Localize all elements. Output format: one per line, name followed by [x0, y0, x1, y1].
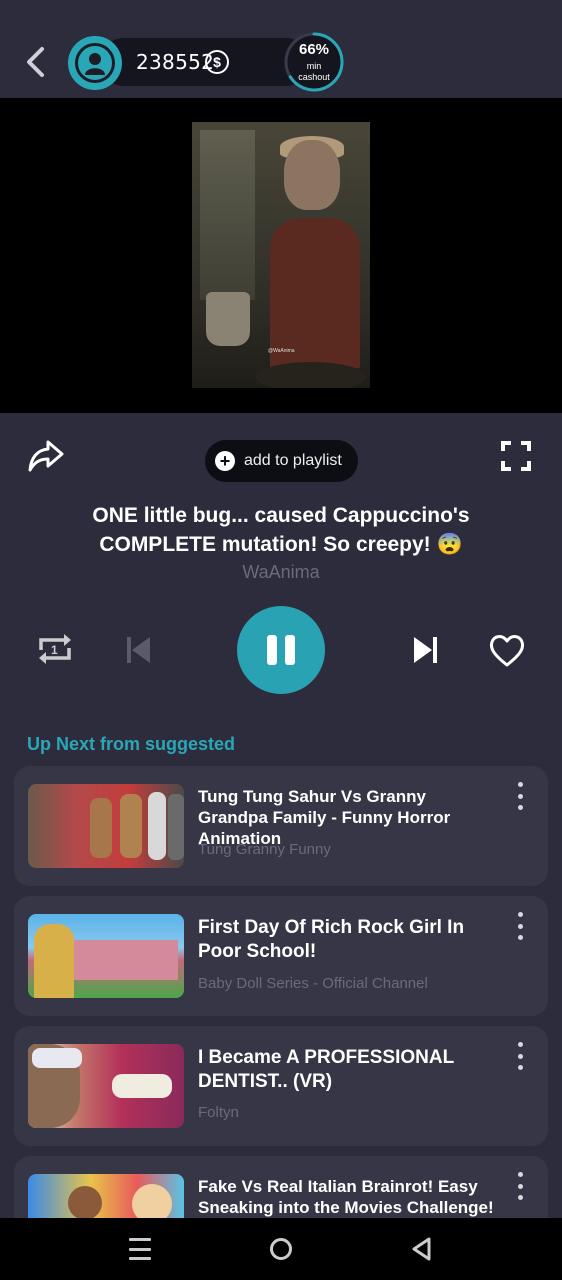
add-to-playlist-button[interactable]: + add to playlist: [205, 440, 358, 482]
suggestion-channel: Tung Granny Funny: [198, 841, 331, 858]
dollar-icon: $: [205, 50, 229, 74]
home-button[interactable]: [270, 1238, 292, 1260]
svg-text:1: 1: [51, 643, 58, 657]
share-button[interactable]: [26, 436, 66, 476]
video-thumbnail[interactable]: [28, 1044, 184, 1128]
fullscreen-icon: [501, 441, 531, 471]
previous-icon: [127, 637, 150, 663]
back-button[interactable]: [18, 42, 52, 82]
more-vertical-icon[interactable]: [512, 1042, 528, 1070]
video-channel[interactable]: WaAnima: [0, 562, 562, 583]
fullscreen-button[interactable]: [500, 440, 532, 472]
system-back-button[interactable]: [410, 1236, 432, 1262]
suggestion-card[interactable]: First Day Of Rich Rock Girl In Poor Scho…: [14, 896, 548, 1016]
video-frame: @WaAnima: [192, 122, 370, 388]
add-to-playlist-label: add to playlist: [244, 452, 342, 469]
back-chevron-icon: [27, 47, 44, 77]
previous-button[interactable]: [124, 634, 154, 666]
like-button[interactable]: [488, 632, 526, 668]
back-triangle-icon: [412, 1237, 431, 1261]
cashout-percent: 66%: [298, 41, 330, 58]
suggestion-channel: Foltyn: [198, 1104, 239, 1121]
share-icon: [28, 440, 64, 472]
video-title: ONE little bug... caused Cappuccino's CO…: [92, 504, 470, 556]
plus-icon: +: [215, 451, 235, 471]
suggestion-title[interactable]: First Day Of Rich Rock Girl In Poor Scho…: [198, 916, 498, 964]
recent-apps-button[interactable]: [129, 1238, 151, 1260]
more-vertical-icon[interactable]: [512, 912, 528, 940]
next-icon: [414, 637, 437, 663]
cashout-label: min cashout: [298, 61, 330, 82]
pause-button[interactable]: [237, 606, 325, 694]
suggestion-card[interactable]: Tung Tung Sahur Vs Granny Grandpa Family…: [14, 766, 548, 886]
more-vertical-icon[interactable]: [512, 1172, 528, 1200]
balance-value: 238552: [136, 50, 215, 74]
video-watermark: @WaAnima: [268, 348, 295, 354]
video-thumbnail[interactable]: [28, 784, 184, 868]
avatar[interactable]: [68, 36, 122, 90]
suggestion-title[interactable]: Fake Vs Real Italian Brainrot! Easy Snea…: [198, 1176, 498, 1218]
top-bar: 238552 $ 66% min cashout: [0, 0, 562, 98]
repeat-icon: 1: [39, 634, 71, 664]
repeat-button[interactable]: 1: [36, 630, 74, 668]
up-next-heading: Up Next from suggested: [27, 734, 236, 754]
more-vertical-icon[interactable]: [512, 782, 528, 810]
suggestion-title[interactable]: I Became A PROFESSIONAL DENTIST.. (VR): [198, 1046, 498, 1094]
video-thumbnail[interactable]: [28, 914, 184, 998]
user-icon: [85, 53, 105, 75]
suggestion-card[interactable]: I Became A PROFESSIONAL DENTIST.. (VR) F…: [14, 1026, 548, 1146]
next-button[interactable]: [410, 634, 440, 666]
suggestion-channel: Baby Doll Series - Official Channel: [198, 975, 428, 992]
video-player[interactable]: @WaAnima: [0, 98, 562, 413]
heart-icon: [489, 635, 525, 667]
suggestion-title[interactable]: Tung Tung Sahur Vs Granny Grandpa Family…: [198, 786, 498, 849]
pause-icon: [267, 635, 277, 665]
